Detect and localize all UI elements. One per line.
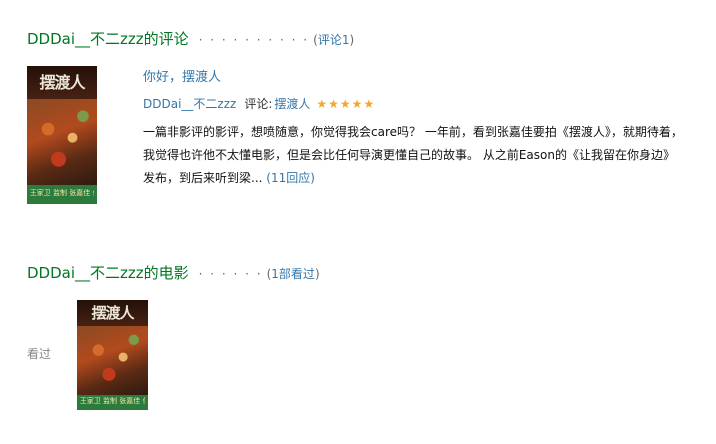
count-close-paren: ) — [314, 267, 320, 281]
review-movie-poster[interactable]: 摆渡人 王家卫 监制 张嘉佳 作品 — [27, 66, 97, 204]
poster-title-art: 摆渡人 — [39, 72, 85, 92]
movies-count: (1部看过) — [267, 265, 320, 282]
movies-section-title[interactable]: DDDai__不二zzz的电影 — [27, 262, 189, 283]
star-icon: ★ — [316, 96, 328, 111]
star-icon: ★ — [328, 96, 339, 111]
seen-label: 看过 — [27, 347, 52, 361]
star-icon: ★ — [351, 96, 363, 111]
review-excerpt-text: 一篇非影评的影评，想喷随意，你觉得我会care吗？ 一年前，看到张嘉佳要拍《摆渡… — [143, 125, 683, 185]
reviews-section-header: DDDai__不二zzz的评论 · · · · · · · · · · (评论1… — [27, 28, 354, 49]
star-icon: ★ — [363, 96, 375, 111]
review-author-link[interactable]: DDDai__不二zzz — [143, 95, 236, 112]
poster-credit: 王家卫 监制 张嘉佳 作品 — [79, 396, 145, 405]
poster-title-art: 摆渡人 — [91, 304, 134, 323]
rating-stars: ★ ★ ★ ★ ★ — [316, 98, 374, 110]
count-close-paren: ) — [349, 33, 355, 47]
star-icon: ★ — [339, 96, 351, 111]
review-replies-link[interactable]: (11回应) — [266, 171, 315, 185]
poster-artwork — [27, 99, 97, 185]
movies-count-link[interactable]: 1部看过 — [271, 267, 315, 281]
reviews-count-link[interactable]: 评论1 — [318, 33, 350, 47]
reviews-section-title[interactable]: DDDai__不二zzz的评论 — [27, 28, 189, 49]
reviews-count: (评论1) — [313, 31, 354, 48]
poster-artwork — [77, 326, 148, 395]
review-label: 评论: — [244, 97, 273, 111]
review-title-link[interactable]: 你好，摆渡人 — [143, 66, 221, 85]
review-meta: DDDai__不二zzz 评论: 摆渡人 ★ ★ ★ ★ ★ — [143, 95, 374, 112]
review-excerpt: 一篇非影评的影评，想喷随意，你觉得我会care吗？ 一年前，看到张嘉佳要拍《摆渡… — [143, 121, 683, 190]
movies-section-header: DDDai__不二zzz的电影 · · · · · · (1部看过) — [27, 262, 320, 283]
poster-credit: 王家卫 监制 张嘉佳 作品 — [29, 189, 94, 198]
section-dots: · · · · · · — [198, 267, 263, 281]
review-movie-link[interactable]: 摆渡人 — [274, 95, 310, 112]
seen-movie-poster[interactable]: 摆渡人 王家卫 监制 张嘉佳 作品 — [77, 300, 148, 410]
section-dots: · · · · · · · · · · — [198, 33, 310, 47]
